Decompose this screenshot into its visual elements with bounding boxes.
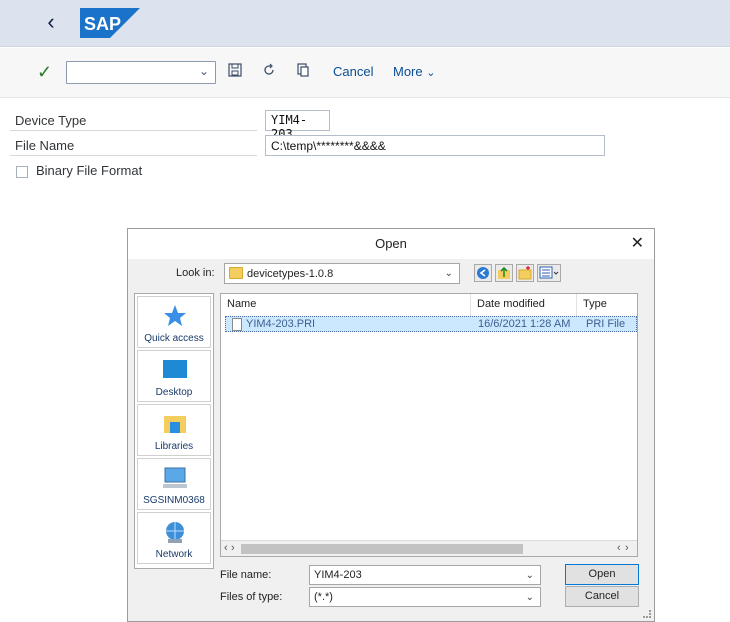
open-button[interactable]: Open: [565, 564, 639, 585]
computer-icon: [163, 467, 187, 488]
binary-format-label: Binary File Format: [36, 163, 143, 178]
place-quick-access[interactable]: Quick access: [137, 296, 211, 348]
place-label: Libraries: [154, 441, 194, 452]
scroll-right-icon[interactable]: ›: [625, 542, 629, 554]
refresh-button[interactable]: [262, 63, 278, 79]
place-label: Quick access: [144, 333, 204, 344]
device-type-label: Device Type: [15, 113, 87, 128]
shell-bar: ‹ SAP: [0, 0, 730, 47]
file-row[interactable]: YIM4-203.PRI 16/6/2021 1:28 AM PRI File: [225, 316, 637, 332]
file-name-field-label: File name:: [220, 569, 272, 581]
desktop-icon: [163, 360, 187, 378]
more-label: More: [393, 64, 423, 79]
column-header-type[interactable]: Type: [577, 294, 637, 316]
file-date: 16/6/2021 1:28 AM: [478, 318, 571, 330]
scrollbar-thumb[interactable]: [241, 544, 523, 554]
close-icon: ✕: [630, 235, 644, 252]
dialog-cancel-button[interactable]: Cancel: [565, 586, 639, 607]
place-libraries[interactable]: Libraries: [137, 404, 211, 456]
place-desktop[interactable]: Desktop: [137, 350, 211, 402]
copy-icon: [297, 63, 309, 77]
chevron-down-icon[interactable]: ⌄: [445, 268, 453, 279]
new-folder-icon: [518, 266, 532, 280]
look-in-value: devicetypes-1.0.8: [247, 268, 334, 280]
binary-format-checkbox[interactable]: [16, 166, 28, 178]
places-bar: Quick access Desktop Libraries SGSINM036…: [134, 293, 214, 569]
scroll-left-icon[interactable]: ‹: [617, 542, 621, 554]
place-network[interactable]: Network: [137, 512, 211, 564]
file-name-label: File Name: [15, 138, 75, 153]
close-button[interactable]: ✕: [631, 233, 644, 253]
file-name-combo[interactable]: YIM4-203 ⌄: [309, 565, 541, 585]
file-list[interactable]: Name Date modified Type YIM4-203.PRI 16/…: [220, 293, 638, 557]
dialog-title: Open: [375, 236, 407, 251]
sap-logo-text: SAP: [84, 14, 121, 34]
file-name-field[interactable]: C:\temp\********&&&&: [265, 135, 605, 156]
files-of-type-value: (*.*): [314, 591, 333, 603]
horizontal-scrollbar[interactable]: ‹ › ‹ ›: [221, 540, 637, 556]
file-name: YIM4-203.PRI: [246, 318, 316, 330]
dialog-titlebar: Open ✕: [128, 229, 654, 259]
folder-icon: [229, 267, 243, 279]
new-folder-button[interactable]: [516, 264, 534, 282]
resize-grip[interactable]: [643, 610, 651, 618]
save-icon: [228, 63, 242, 77]
chevron-left-icon: ‹: [47, 9, 55, 34]
divider: [10, 130, 257, 131]
chevron-down-icon: ⌄: [426, 67, 436, 79]
star-icon: [164, 305, 186, 326]
place-this-pc[interactable]: SGSINM0368: [137, 458, 211, 510]
device-type-field[interactable]: YIM4-203: [265, 110, 330, 141]
look-in-combo[interactable]: devicetypes-1.0.8 ⌄: [224, 263, 460, 284]
look-in-label: Look in:: [176, 267, 215, 279]
chevron-down-icon[interactable]: ⌄: [526, 570, 534, 581]
place-label: SGSINM0368: [143, 495, 205, 506]
network-icon: [166, 522, 184, 543]
file-icon: [232, 318, 242, 334]
more-button[interactable]: More ⌄: [393, 64, 435, 79]
place-label: Desktop: [155, 387, 193, 398]
column-header-name[interactable]: Name: [221, 294, 471, 316]
column-header-date[interactable]: Date modified: [471, 294, 577, 316]
file-type: PRI File: [586, 318, 626, 330]
go-back-button[interactable]: [474, 264, 492, 282]
sap-logo: SAP: [80, 8, 140, 43]
up-folder-icon: [498, 266, 510, 279]
divider: [10, 155, 257, 156]
view-menu-icon: [539, 266, 559, 279]
back-button[interactable]: ‹: [38, 10, 64, 36]
libraries-icon: [164, 416, 186, 433]
command-field[interactable]: ⌄: [66, 61, 216, 84]
up-folder-button[interactable]: [495, 264, 513, 282]
scroll-right-icon[interactable]: ›: [231, 542, 235, 554]
place-label: Network: [155, 549, 193, 560]
cancel-button[interactable]: Cancel: [333, 64, 373, 79]
application-toolbar: ✓ ⌄ Cancel More ⌄: [0, 48, 730, 98]
files-of-type-label: Files of type:: [220, 591, 283, 603]
scroll-left-icon[interactable]: ‹: [224, 542, 228, 554]
check-icon: ✓: [37, 62, 53, 82]
copy-button[interactable]: [296, 63, 312, 79]
file-name-combo-value: YIM4-203: [314, 569, 362, 581]
open-dialog: Open ✕ Look in: devicetypes-1.0.8 ⌄ Quic…: [127, 228, 655, 622]
chevron-down-icon[interactable]: ⌄: [526, 592, 534, 603]
enter-button[interactable]: ✓: [37, 60, 53, 84]
chevron-down-icon[interactable]: ⌄: [199, 64, 209, 78]
refresh-icon: [264, 63, 274, 75]
files-of-type-combo[interactable]: (*.*) ⌄: [309, 587, 541, 607]
back-arrow-icon: [477, 267, 489, 279]
view-menu-button[interactable]: [537, 264, 561, 282]
save-button[interactable]: [228, 63, 244, 79]
